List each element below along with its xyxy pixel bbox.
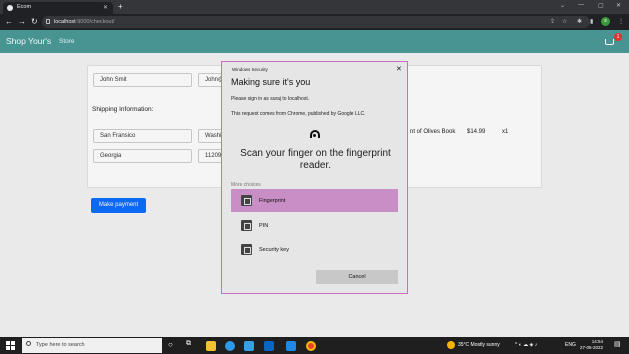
notification-icon[interactable]: ▤ [614, 340, 621, 348]
dialog-title: Making sure it's you [231, 77, 311, 87]
clock-date: 27-05-2022 [580, 345, 604, 350]
extensions-icon[interactable]: ✱ [577, 18, 582, 25]
store-icon[interactable] [244, 341, 254, 351]
scan-instruction: Scan your finger on the fingerprint read… [240, 148, 391, 171]
language-indicator[interactable]: ENG [565, 342, 576, 348]
search-icon [26, 341, 31, 346]
browser-toolbar: ← → ↻ localhost:9000/checkout/ ⇪ ☆ ✱ ▮ ⋮ [0, 14, 629, 30]
site-info-icon[interactable] [46, 19, 50, 24]
tab-search-icon[interactable]: ⌄ [560, 2, 565, 9]
taskbar-clock[interactable]: 14:54 27-05-2022 [580, 339, 603, 351]
windows-security-dialog: Windows Security ✕ Making sure it's you … [221, 61, 408, 294]
security-key-icon [241, 244, 252, 255]
dialog-signin-text: Please sign in as suraj to localhost. [231, 96, 310, 102]
fingerprint-sensor-icon [310, 130, 320, 138]
tab-close-icon[interactable]: ✕ [103, 4, 108, 11]
maximize-button[interactable]: ▢ [598, 2, 604, 9]
option-security-key[interactable]: Security key [231, 238, 398, 261]
more-choices-label: More choices [231, 182, 261, 188]
vscode-icon[interactable] [286, 341, 296, 351]
edge-icon[interactable] [225, 341, 235, 351]
tab-title: Ecom [17, 4, 32, 10]
taskbar-search-box[interactable]: Type here to search [22, 338, 162, 353]
forward-arrow-icon[interactable]: → [18, 17, 26, 26]
back-arrow-icon[interactable]: ← [5, 17, 13, 26]
close-window-button[interactable]: ✕ [616, 2, 621, 9]
weather-text[interactable]: 35°C Mostly sunny [458, 342, 500, 348]
windows-taskbar: Type here to search ○ ⧉ 35°C Mostly sunn… [0, 337, 629, 354]
option-label: Fingerprint [259, 198, 286, 204]
tray-icons[interactable]: ^ ◐ ☁ ◈ ♪ [515, 342, 537, 348]
mail-icon[interactable] [264, 341, 274, 351]
reload-icon[interactable]: ↻ [31, 17, 38, 26]
browser-tab-bar: Ecom ✕ + ⌄ — ▢ ✕ [0, 0, 629, 14]
pin-keypad-icon [241, 220, 252, 231]
option-label: Security key [259, 247, 289, 253]
profile-avatar[interactable]: s [601, 17, 610, 26]
minimize-button[interactable]: — [578, 2, 584, 8]
chrome-menu-icon[interactable]: ⋮ [618, 18, 624, 25]
dialog-close-icon[interactable]: ✕ [396, 65, 402, 73]
url-host: localhost [54, 19, 76, 25]
side-panel-icon[interactable]: ▮ [590, 18, 593, 25]
bookmark-star-icon[interactable]: ☆ [562, 18, 567, 25]
task-view-icon[interactable]: ⧉ [186, 340, 191, 348]
option-fingerprint[interactable]: Fingerprint [231, 189, 398, 212]
dialog-request-source-text: This request comes from Chrome, publishe… [231, 111, 366, 117]
share-icon[interactable]: ⇪ [550, 18, 555, 25]
option-pin[interactable]: PIN [231, 214, 398, 237]
chrome-taskbar-icon[interactable] [306, 341, 316, 351]
option-label: PIN [259, 223, 269, 229]
fingerprint-icon [241, 195, 252, 206]
weather-icon [447, 341, 455, 349]
windows-start-icon[interactable] [6, 341, 15, 350]
tab-favicon-icon [7, 5, 13, 11]
address-bar[interactable]: localhost:9000/checkout/ [42, 16, 590, 28]
browser-tab[interactable]: Ecom ✕ [3, 2, 113, 14]
url-path: :9000/checkout/ [75, 19, 115, 25]
dialog-caption: Windows Security [232, 67, 268, 72]
search-placeholder: Type here to search [36, 342, 85, 348]
cortana-icon[interactable]: ○ [168, 340, 173, 349]
new-tab-button[interactable]: + [118, 2, 123, 11]
file-explorer-icon[interactable] [206, 341, 216, 351]
cancel-button[interactable]: Cancel [316, 270, 398, 284]
